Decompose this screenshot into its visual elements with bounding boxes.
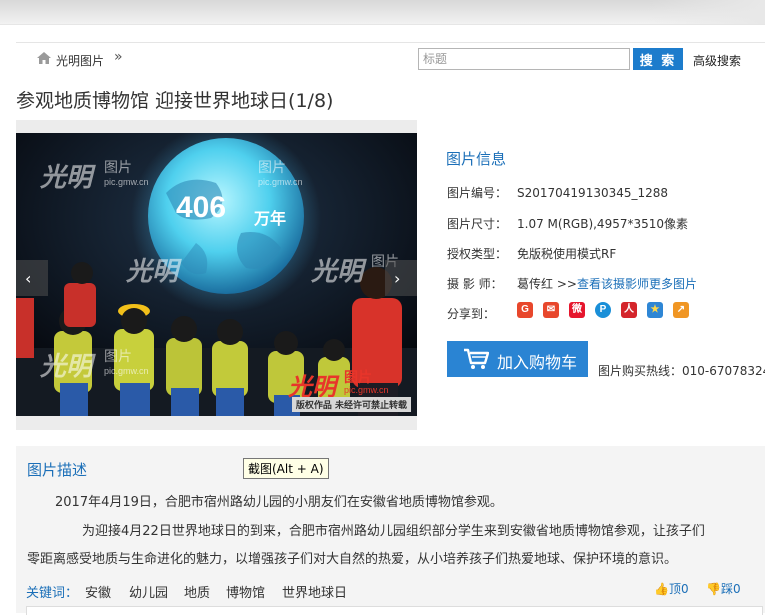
purchase-hotline: 图片购买热线：010-67078324 — [598, 364, 765, 378]
photo-info-title: 图片信息 — [446, 150, 507, 168]
breadcrumb-gmw-pictures[interactable]: 光明图片 — [56, 52, 104, 69]
chevron-right-icon: › — [394, 269, 401, 288]
tencent-share-icon[interactable]: ✉ — [543, 302, 559, 318]
search-input[interactable] — [418, 48, 630, 70]
page-title: 参观地质博物馆 迎接世界地球日(1/8) — [16, 90, 334, 112]
screenshot-tooltip: 截图(Alt + A) — [243, 458, 329, 479]
info-row-id: 图片编号： S20170419130345_1288 — [447, 186, 669, 200]
watermark-logo: 光明 — [311, 257, 364, 287]
google-share-icon[interactable]: G — [517, 302, 533, 318]
watermark-site: pic.gmw.cn — [258, 177, 303, 187]
browser-top-band — [0, 0, 765, 25]
photographer-name[interactable]: 葛传红 — [517, 277, 553, 291]
keyword-link[interactable]: 博物馆 — [226, 582, 265, 601]
add-to-cart-button[interactable]: 加入购物车 — [447, 341, 588, 377]
description-paragraph-2-line-1: 为迎接4月22日世界地球日的到来，合肥市宿州路幼儿园组织部分学生来到安徽省地质博… — [82, 524, 705, 539]
home-icon[interactable] — [37, 52, 51, 64]
next-photo-button[interactable]: › — [385, 260, 417, 296]
search-button[interactable]: 搜 索 — [633, 48, 683, 70]
photographer-more-link[interactable]: 查看该摄影师更多图片 — [577, 277, 697, 291]
globe-number: 406 — [176, 191, 227, 224]
nav-bar: 光明图片 » 搜 索 高级搜索 — [16, 42, 765, 77]
weibo-share-icon[interactable]: 微 — [569, 302, 585, 318]
info-row-size: 图片尺寸： 1.07 M(RGB),4957*3510像素 — [447, 217, 689, 231]
photo-panel: 光明 图片 pic.gmw.cn 图片 pic.gmw.cn 光明 光明 图片 … — [16, 120, 417, 430]
description-panel: 图片描述 截图(Alt + A) 2017年4月19日，合肥市宿州路幼儿园的小朋… — [16, 446, 765, 615]
watermark-tag: 图片 — [104, 160, 132, 176]
downvote-button[interactable]: 👎踩0 — [706, 580, 741, 597]
copyright-notice: 版权作品 未经许可禁止转载 — [291, 397, 411, 412]
globe-suffix: 万年 — [254, 209, 287, 228]
more-share-icon[interactable]: ↗ — [673, 302, 689, 318]
qzone-share-icon[interactable]: P — [595, 302, 611, 318]
description-title: 图片描述 — [27, 461, 88, 479]
comment-box-top — [26, 606, 763, 615]
chevron-left-icon: ‹ — [25, 269, 32, 288]
favorite-share-icon[interactable]: ★ — [647, 302, 663, 318]
keywords-label: 关键词： — [26, 586, 79, 601]
upvote-button[interactable]: 👍顶0 — [654, 580, 689, 597]
add-to-cart-label: 加入购物车 — [497, 355, 578, 372]
watermark-logo: 光明 — [126, 257, 179, 287]
thumbs-down-icon: 👎 — [706, 582, 721, 596]
shopping-cart-icon — [464, 348, 489, 369]
watermark-logo: 光明 — [40, 163, 93, 193]
watermark-tag: 图片 — [258, 160, 286, 176]
info-row-license: 授权类型： 免版税使用模式RF — [447, 247, 617, 261]
keyword-link[interactable]: 世界地球日 — [282, 582, 347, 601]
description-paragraph-1: 2017年4月19日，合肥市宿州路幼儿园的小朋友们在安徽省地质博物馆参观。 — [55, 495, 503, 510]
renren-share-icon[interactable]: 人 — [621, 302, 637, 318]
breadcrumb-separator: » — [114, 49, 123, 65]
watermark-tag: 图片 — [104, 349, 132, 365]
watermark-logo: 光明 — [40, 352, 93, 382]
keyword-link[interactable]: 幼儿园 — [129, 582, 168, 601]
keyword-link[interactable]: 地质 — [184, 582, 210, 601]
info-row-share: 分享到： — [447, 307, 496, 321]
keyword-link[interactable]: 安徽 — [85, 582, 111, 601]
advanced-search-link[interactable]: 高级搜索 — [693, 52, 741, 69]
thumbs-up-icon: 👍 — [654, 582, 669, 596]
prev-photo-button[interactable]: ‹ — [16, 260, 48, 296]
description-paragraph-2-line-2: 零距离感受地质与生命进化的魅力，以增强孩子们对大自然的热爱，从小培养孩子们热爱地… — [27, 552, 678, 567]
watermark-site: pic.gmw.cn — [104, 366, 149, 376]
info-row-photographer: 摄 影 师： 葛传红 >>查看该摄影师更多图片 — [447, 277, 697, 291]
watermark-site: pic.gmw.cn — [104, 177, 149, 187]
main-photo[interactable]: 光明 图片 pic.gmw.cn 图片 pic.gmw.cn 光明 光明 图片 … — [16, 133, 417, 416]
